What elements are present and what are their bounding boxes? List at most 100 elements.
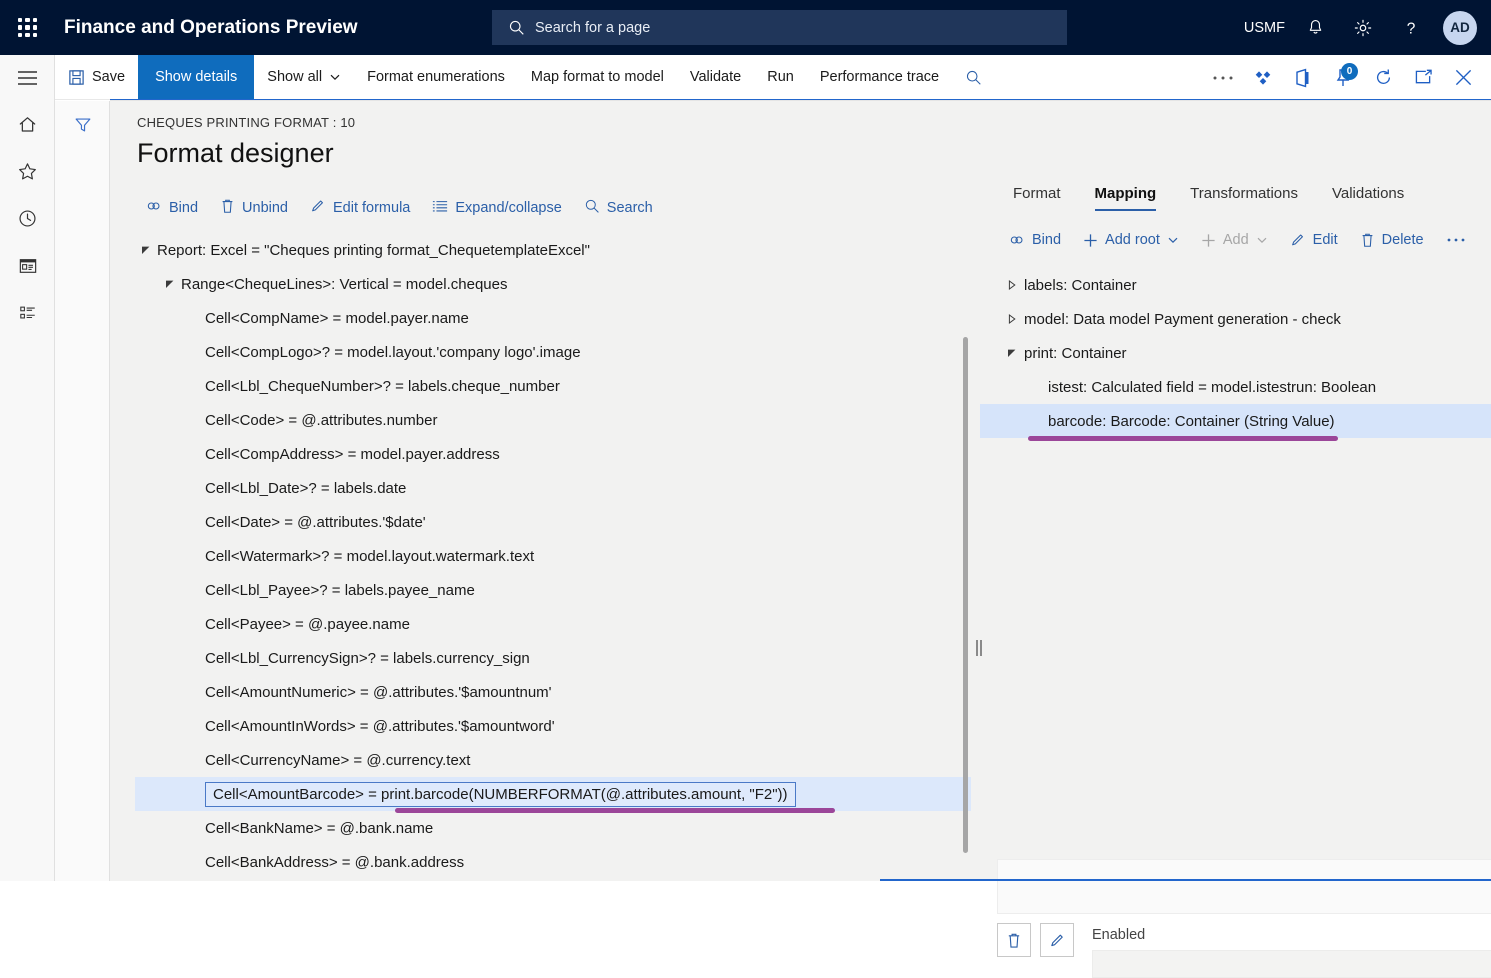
unbind-button[interactable]: Unbind — [209, 193, 299, 223]
gear-icon[interactable] — [1339, 0, 1387, 55]
chevron-expanded-icon[interactable] — [159, 279, 181, 289]
bell-icon[interactable] — [1291, 0, 1339, 55]
mapping-delete-button[interactable]: Delete — [1349, 227, 1435, 253]
save-button[interactable]: Save — [55, 55, 138, 100]
show-all-dropdown[interactable]: Show all — [254, 55, 354, 100]
refresh-icon[interactable] — [1363, 55, 1403, 100]
home-icon[interactable] — [0, 101, 55, 148]
format-tree-row[interactable]: Cell<AmountInWords> = @.attributes.'$amo… — [135, 709, 971, 743]
validate-label: Validate — [689, 69, 742, 85]
pin-icon[interactable]: 0 — [1323, 55, 1363, 100]
open-in-new-window-icon[interactable] — [1403, 55, 1443, 100]
format-tree-row[interactable]: Cell<BankAddress> = @.bank.address — [135, 845, 971, 878]
format-tree-row-label: Cell<AmountNumeric> = @.attributes.'$amo… — [205, 683, 552, 701]
format-tree-row[interactable]: Cell<Payee> = @.payee.name — [135, 607, 971, 641]
mapping-tree-row[interactable]: istest: Calculated field = model.istestr… — [990, 370, 1491, 404]
work-area: CHEQUES PRINTING FORMAT : 10 Format desi… — [110, 100, 1491, 978]
format-enumerations-label: Format enumerations — [367, 69, 505, 85]
edit-formula-button[interactable]: Edit formula — [299, 193, 421, 223]
format-tree-row[interactable]: Cell<Date> = @.attributes.'$date' — [135, 505, 971, 539]
tab-mapping[interactable]: Mapping — [1078, 180, 1174, 211]
mapping-tree-row[interactable]: model: Data model Payment generation - c… — [990, 302, 1491, 336]
validate-button[interactable]: Validate — [677, 55, 754, 100]
tab-format[interactable]: Format — [996, 180, 1078, 211]
mapping-tree-row[interactable]: labels: Container — [990, 268, 1491, 302]
chevron-expanded-icon[interactable] — [135, 245, 157, 255]
hamburger-icon[interactable] — [0, 55, 55, 101]
mapping-tree-row-label: barcode: Barcode: Container (String Valu… — [1048, 412, 1335, 430]
mapping-toolbar: Bind Add root Add Edit Delete — [990, 227, 1491, 253]
clock-icon[interactable] — [0, 195, 55, 242]
format-tree[interactable]: Report: Excel = "Cheques printing format… — [135, 233, 971, 878]
format-tree-row[interactable]: Cell<CurrencyName> = @.currency.text — [135, 743, 971, 777]
ellipsis-icon[interactable] — [1203, 55, 1243, 100]
filter-icon[interactable] — [55, 101, 110, 149]
format-tree-row-label: Cell<AmountInWords> = @.attributes.'$amo… — [205, 717, 555, 735]
modules-icon[interactable] — [0, 289, 55, 336]
format-tree-row-selected[interactable]: Cell<AmountBarcode> = print.barcode(NUMB… — [135, 777, 971, 813]
office-app-icon[interactable] — [1283, 55, 1323, 100]
tree-search-button[interactable]: Search — [573, 193, 664, 223]
global-search-input[interactable]: Search for a page — [492, 10, 1067, 45]
performance-trace-button[interactable]: Performance trace — [807, 55, 952, 100]
map-format-to-model-button[interactable]: Map format to model — [518, 55, 677, 100]
format-tree-row[interactable]: Cell<CompAddress> = model.payer.address — [135, 437, 971, 471]
unbind-label: Unbind — [242, 200, 288, 216]
question-mark-icon[interactable]: ? — [1387, 0, 1435, 55]
format-tree-row[interactable]: Cell<CompLogo>? = model.layout.'company … — [135, 335, 971, 369]
format-tree-row[interactable]: Cell<BankName> = @.bank.name — [135, 811, 971, 845]
mapping-more-button[interactable] — [1435, 231, 1477, 249]
detail-delete-button[interactable] — [997, 923, 1031, 957]
format-tree-row[interactable]: Cell<Code> = @.attributes.number — [135, 403, 971, 437]
format-tree-row[interactable]: Cell<CompName> = model.payer.name — [135, 301, 971, 335]
format-tree-row[interactable]: Cell<Lbl_ChequeNumber>? = labels.cheque_… — [135, 369, 971, 403]
format-tree-row[interactable]: Cell<Watermark>? = model.layout.watermar… — [135, 539, 971, 573]
format-tree-row[interactable]: Cell<Lbl_CurrencySign>? = labels.currenc… — [135, 641, 971, 675]
format-tree-scrollbar[interactable] — [963, 337, 968, 853]
global-search-placeholder: Search for a page — [535, 19, 651, 36]
format-tree-row[interactable]: Range<ChequeLines>: Vertical = model.che… — [135, 267, 971, 301]
app-launcher-icon[interactable] — [0, 0, 55, 55]
mapping-tree[interactable]: labels: Container model: Data model Payme… — [980, 268, 1491, 441]
detail-edit-button[interactable] — [1040, 923, 1074, 957]
right-panel-tabs: Format Mapping Transformations Validations — [990, 171, 1491, 211]
panel-splitter-handle[interactable] — [976, 639, 984, 657]
format-tree-row[interactable]: Report: Excel = "Cheques printing format… — [135, 233, 971, 267]
enabled-input[interactable] — [1092, 950, 1491, 978]
workspace-icon[interactable] — [0, 242, 55, 289]
format-tree-row[interactable]: Cell<Lbl_Date>? = labels.date — [135, 471, 971, 505]
tab-transformations[interactable]: Transformations — [1173, 180, 1315, 211]
enabled-group: Enabled — [1092, 923, 1491, 978]
format-tree-row-label: Cell<Date> = @.attributes.'$date' — [205, 513, 426, 531]
share-icon[interactable] — [1243, 55, 1283, 100]
ellipsis-icon — [1446, 236, 1466, 244]
format-tree-row[interactable]: Cell<Lbl_Payee>? = labels.payee_name — [135, 573, 971, 607]
tab-validations[interactable]: Validations — [1315, 180, 1421, 211]
mapping-edit-button[interactable]: Edit — [1279, 227, 1349, 253]
star-icon[interactable] — [0, 148, 55, 195]
expand-collapse-button[interactable]: Expand/collapse — [421, 194, 572, 223]
run-button[interactable]: Run — [754, 55, 807, 100]
format-tree-row-label: Cell<BankName> = @.bank.name — [205, 819, 434, 837]
format-enumerations-button[interactable]: Format enumerations — [354, 55, 518, 100]
filter-panel-strip — [55, 101, 110, 881]
mapping-add-root-button[interactable]: Add root — [1072, 227, 1190, 253]
chevron-expanded-icon[interactable] — [1000, 348, 1024, 358]
format-tree-row-label: Cell<CurrencyName> = @.currency.text — [205, 751, 471, 769]
command-search-button[interactable] — [952, 55, 995, 100]
avatar[interactable]: AD — [1443, 10, 1477, 45]
trash-icon — [1360, 232, 1375, 248]
mapping-bind-button[interactable]: Bind — [998, 227, 1072, 253]
mapping-add-label: Add — [1222, 232, 1249, 248]
bind-button[interactable]: Bind — [135, 193, 209, 223]
show-details-button[interactable]: Show details — [138, 54, 255, 100]
format-tree-row-label: Cell<Lbl_Date>? = labels.date — [205, 479, 407, 497]
chevron-collapsed-icon[interactable] — [1000, 314, 1024, 324]
mapping-tree-row-selected[interactable]: barcode: Barcode: Container (String Valu… — [980, 404, 1491, 441]
chevron-down-icon — [329, 71, 341, 83]
format-tree-row[interactable]: Cell<AmountNumeric> = @.attributes.'$amo… — [135, 675, 971, 709]
close-icon[interactable] — [1443, 55, 1483, 100]
mapping-tree-row[interactable]: print: Container — [990, 336, 1491, 370]
chevron-collapsed-icon[interactable] — [1000, 280, 1024, 290]
company-selector[interactable]: USMF — [1238, 0, 1291, 55]
